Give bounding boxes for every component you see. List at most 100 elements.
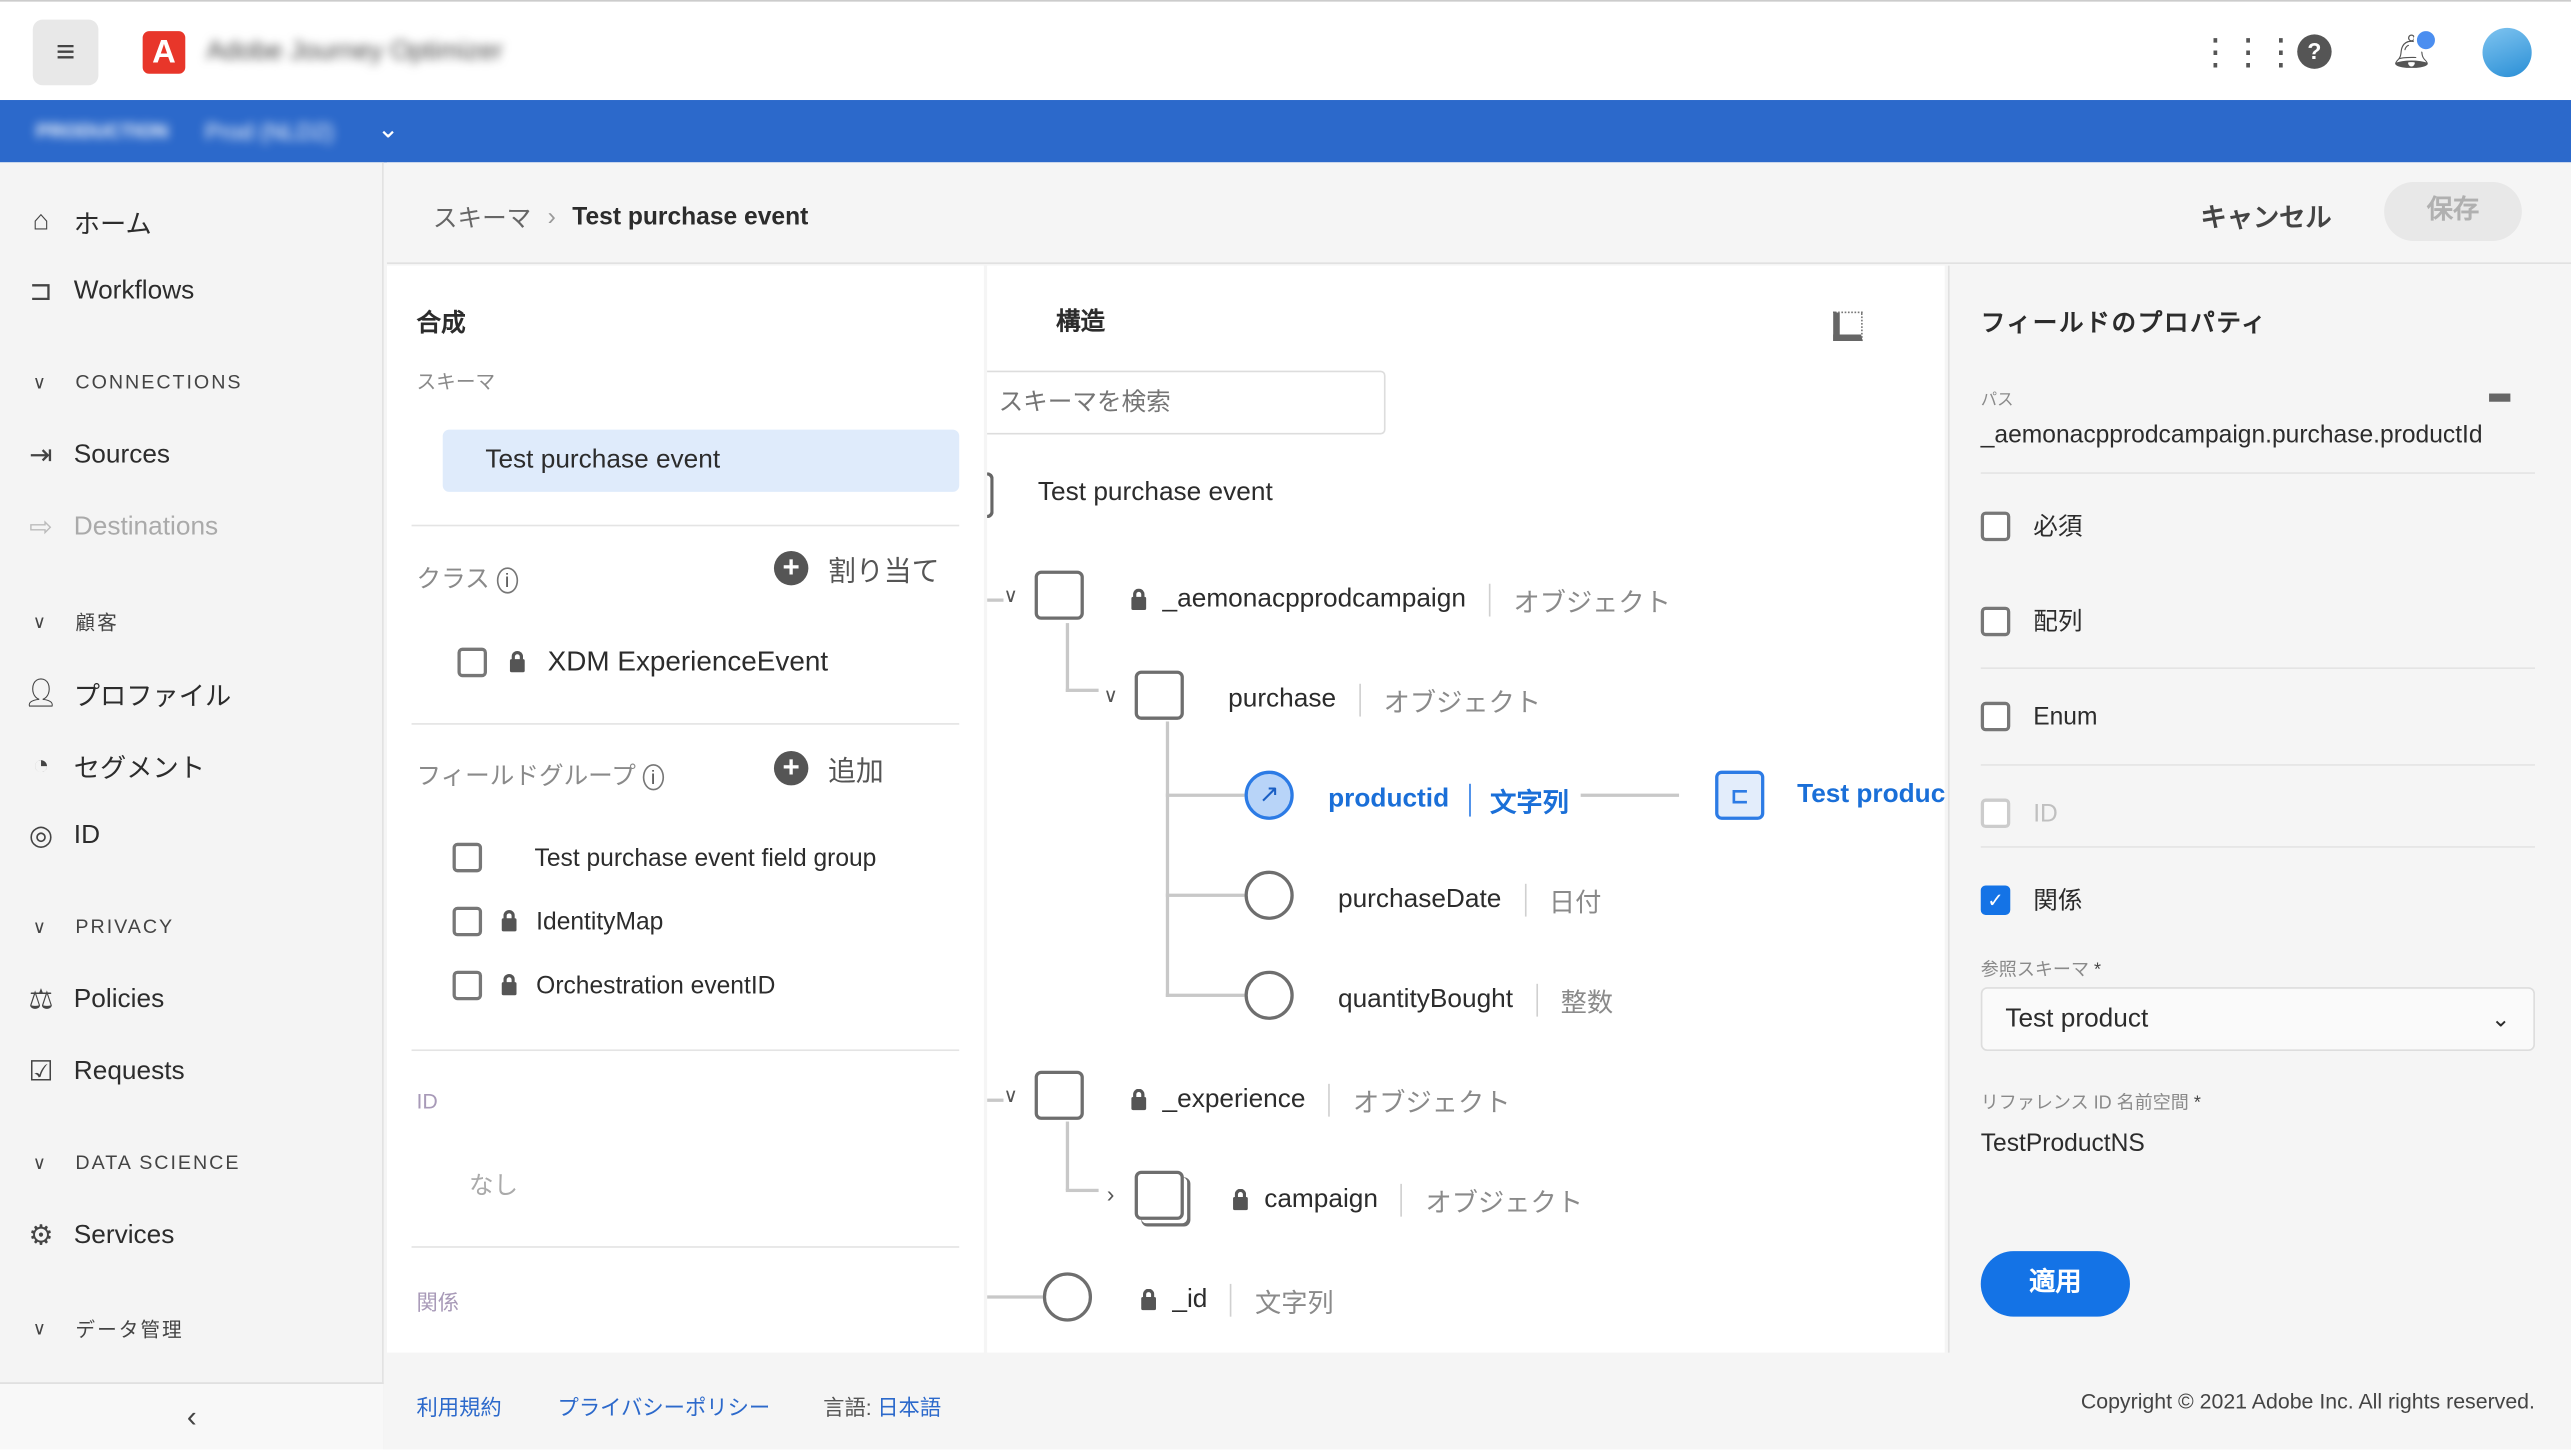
privacy-link[interactable]: プライバシーポリシー [557, 1390, 770, 1421]
add-field-group-button[interactable]: + 追加 [773, 748, 884, 789]
chevron-right-icon[interactable]: › [1107, 1181, 1115, 1207]
checklist-icon: ☑ [28, 1055, 54, 1088]
field-node[interactable] [1244, 970, 1294, 1020]
field-group-checkbox[interactable] [452, 842, 483, 873]
sidebar-item-sources[interactable]: ⇥ Sources [23, 439, 170, 472]
ref-schema-select[interactable]: Test product ⌄ [1980, 987, 2535, 1052]
id-value: なし [468, 1172, 519, 1201]
tree-node-experience[interactable]: _experience オブジェクト [1131, 1081, 1510, 1120]
footer: 利用規約 プライバシーポリシー 言語: 日本語 Copyright © 2021… [386, 1352, 2571, 1450]
section-data-management[interactable]: ∨ データ管理 [33, 1315, 184, 1343]
sidebar-item-requests[interactable]: ☑ Requests [23, 1056, 185, 1089]
root-name[interactable]: Test purchase event [1038, 479, 1273, 509]
referenced-schema-link[interactable]: Test product [1797, 780, 1945, 810]
field-group-item[interactable]: Test purchase event field group [452, 842, 876, 873]
help-icon[interactable]: ? [2297, 34, 2332, 69]
sidebar-item-services[interactable]: ⚙ Services [23, 1220, 174, 1253]
field-group-item[interactable]: IdentityMap [452, 906, 663, 937]
section-label: PRIVACY [75, 914, 175, 938]
array-checkbox[interactable]: 配列 [1980, 603, 2082, 637]
info-icon[interactable]: i [496, 567, 518, 594]
schema-reference-icon[interactable]: ⊏ [1715, 770, 1765, 820]
checkbox[interactable] [1980, 798, 2011, 829]
terms-link[interactable]: 利用規約 [416, 1390, 501, 1421]
lock-icon [1233, 1188, 1248, 1211]
collapse-sidebar-button[interactable]: ‹ [0, 1382, 384, 1450]
field-node[interactable] [1244, 870, 1294, 920]
chevron-down-icon[interactable]: ∨ [1104, 684, 1118, 707]
apps-grid-icon[interactable]: ⋮⋮⋮ [2197, 31, 2299, 74]
chevron-down-icon: ∨ [32, 613, 48, 633]
enum-checkbox[interactable]: Enum [1980, 701, 2097, 732]
sidebar-item-label: プロファイル [73, 683, 232, 712]
menu-button[interactable]: ≡ [32, 19, 99, 86]
tree-node-aemonacpprodcampaign[interactable]: _aemonacpprodcampaign オブジェクト [1131, 580, 1671, 619]
language-link[interactable]: 日本語 [877, 1390, 941, 1421]
checkbox[interactable] [1980, 701, 2011, 732]
node-name: quantityBought [1337, 985, 1514, 1014]
field-group-checkbox[interactable] [452, 906, 483, 937]
object-node[interactable] [1034, 570, 1084, 620]
tree-node-purchasedate[interactable]: purchaseDate 日付 [1338, 881, 1601, 920]
object-node[interactable] [1134, 670, 1184, 720]
relationship-checkbox[interactable]: ✓ 関係 [1980, 882, 2082, 916]
expand-icon[interactable] [1833, 311, 1863, 342]
adobe-logo[interactable]: A [142, 31, 186, 74]
schema-item[interactable]: Test purchase event [442, 429, 960, 492]
identity-checkbox[interactable]: ID [1980, 798, 2058, 829]
avatar[interactable] [2482, 27, 2532, 78]
field-group-item[interactable]: Orchestration eventID [452, 970, 775, 1001]
class-item-label: XDM ExperienceEvent [547, 646, 829, 678]
sidebar-item-destinations[interactable]: ⇨ Destinations [23, 512, 218, 545]
section-data-science[interactable]: ∨ DATA SCIENCE [33, 1151, 241, 1174]
assign-class-button[interactable]: + 割り当て [773, 548, 940, 589]
sidebar-item-segment[interactable]: ◔ セグメント [23, 746, 205, 785]
node-type: オブジェクト [1513, 590, 1671, 619]
sidebar-item-profile[interactable]: 👤︎ プロファイル [23, 674, 231, 713]
chevron-down-icon[interactable]: ⌄ [377, 113, 399, 146]
tree-node-quantitybought[interactable]: quantityBought 整数 [1338, 981, 1613, 1020]
object-node[interactable] [1034, 1070, 1084, 1120]
sidebar-item-home[interactable]: ⌂ ホーム [23, 202, 152, 241]
checkbox[interactable] [1980, 605, 2011, 636]
node-name: purchase [1228, 685, 1337, 714]
required-checkbox[interactable]: 必須 [1980, 508, 2082, 542]
checkmark-icon[interactable]: ✓ [1980, 884, 2011, 915]
schema-search-input[interactable] [987, 370, 1386, 435]
root-node[interactable] [987, 472, 994, 519]
tree-node-id[interactable]: _id 文字列 [1141, 1281, 1334, 1320]
chevron-down-icon[interactable]: ∨ [1003, 1084, 1017, 1107]
node-name: campaign [1264, 1185, 1378, 1214]
ref-schema-label-text: 参照スキーマ [1980, 960, 2089, 981]
path-label: パス [1980, 391, 2014, 410]
object-node[interactable] [1134, 1170, 1184, 1220]
save-button[interactable]: 保存 [2384, 182, 2522, 242]
section-customer[interactable]: ∨ 顧客 [33, 608, 119, 636]
sandbox-name[interactable]: Prod (NLD2) [205, 118, 334, 144]
field-group-checkbox[interactable] [452, 970, 483, 1001]
sidebar-item-label: Destinations [73, 513, 219, 542]
sidebar-item-workflows[interactable]: ⊐ Workflows [23, 275, 194, 308]
section-privacy[interactable]: ∨ PRIVACY [33, 915, 174, 938]
breadcrumb-schemas[interactable]: スキーマ [433, 200, 531, 234]
class-checkbox[interactable] [457, 647, 487, 678]
tree-node-campaign[interactable]: campaign オブジェクト [1233, 1181, 1583, 1220]
sidebar-item-id[interactable]: ◎ ID [23, 820, 100, 853]
cancel-button[interactable]: キャンセル [2200, 195, 2331, 234]
chevron-down-icon[interactable]: ∨ [1003, 584, 1017, 607]
sidebar-item-policies[interactable]: ⚖︎ Policies [23, 984, 164, 1017]
section-connections[interactable]: ∨ CONNECTIONS [33, 371, 243, 394]
copy-icon[interactable] [2489, 393, 2511, 402]
chevron-down-icon: ∨ [32, 917, 48, 938]
sidebar-item-label: ホーム [73, 211, 152, 240]
tree-node-purchase[interactable]: purchase オブジェクト [1228, 680, 1541, 719]
checkbox[interactable] [1980, 510, 2011, 541]
tree-node-productid[interactable]: productid 文字列 [1328, 780, 1569, 819]
apply-button[interactable]: 適用 [1980, 1251, 2130, 1317]
field-node[interactable] [1042, 1272, 1093, 1322]
org-bar: PRODUCTION Prod (NLD2) ⌄ [0, 100, 2571, 163]
class-item[interactable]: XDM ExperienceEvent [457, 646, 828, 679]
relationship-field-icon[interactable]: ↗ [1244, 770, 1294, 820]
section-label: CONNECTIONS [75, 370, 243, 394]
info-icon[interactable]: i [642, 764, 664, 791]
